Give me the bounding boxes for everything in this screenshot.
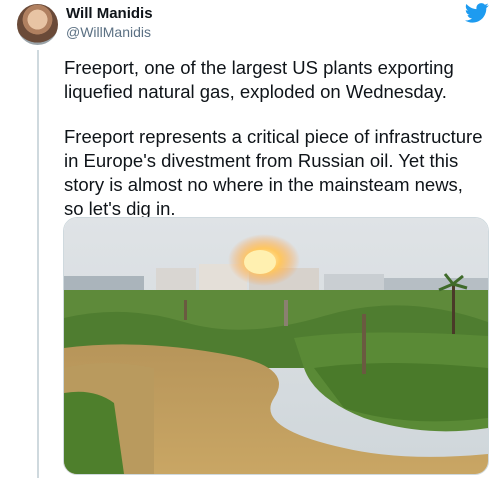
explosion-photo: [64, 218, 488, 474]
tweet-text-paragraph: Freeport, one of the largest US plants e…: [64, 57, 454, 102]
twitter-bird-icon[interactable]: [465, 3, 489, 23]
author-display-name[interactable]: Will Manidis: [66, 5, 153, 22]
tweet-media-image[interactable]: [63, 217, 489, 475]
avatar[interactable]: [17, 4, 58, 45]
tweet-text-paragraph: Freeport represents a critical piece of …: [64, 126, 483, 219]
thread-connector-line: [37, 50, 39, 478]
author-handle[interactable]: @WillManidis: [66, 24, 151, 40]
